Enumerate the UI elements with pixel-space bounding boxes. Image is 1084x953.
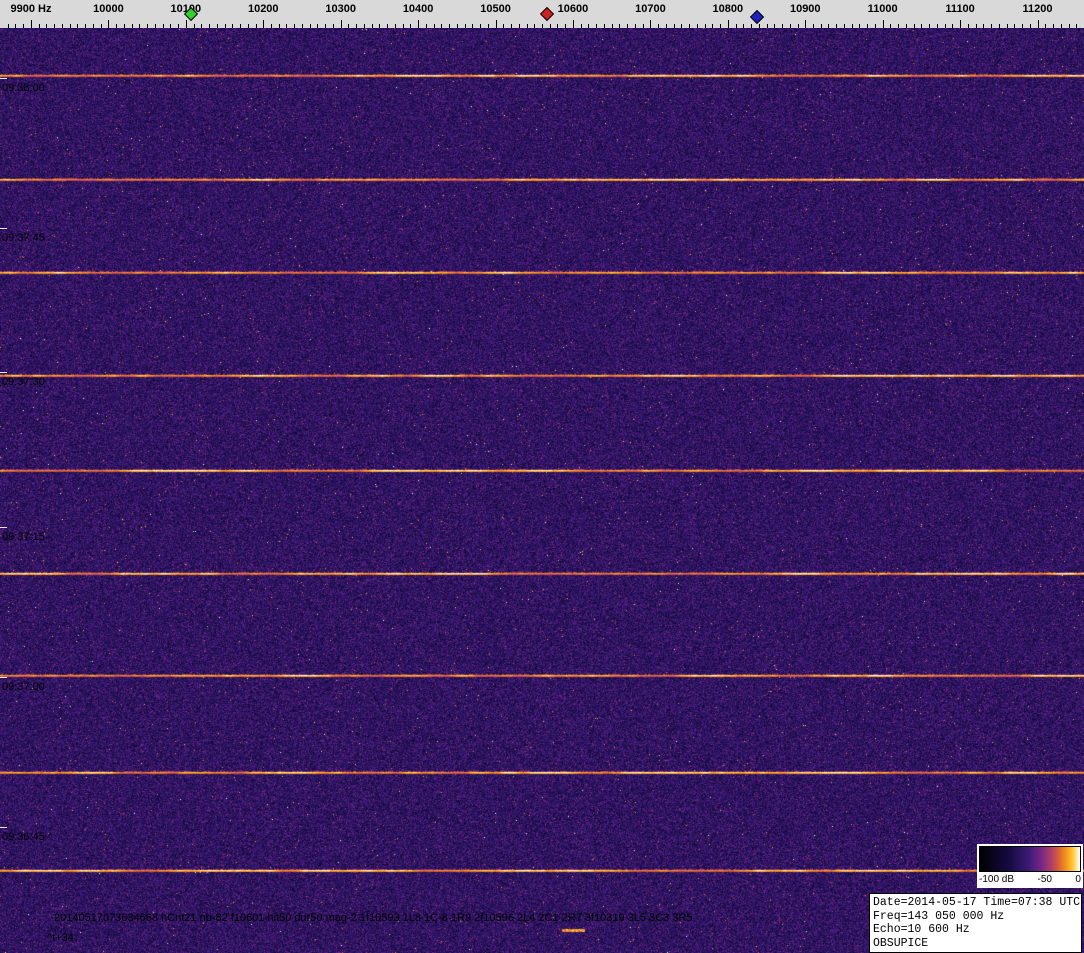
time-label: 09:37:30 <box>2 376 45 388</box>
freq-major-tick <box>186 20 187 28</box>
freq-tick-label: 10000 <box>93 3 124 15</box>
colorbar-label: -100 dB <box>979 874 1015 885</box>
time-tick <box>0 827 7 828</box>
colorbar-label: -50 <box>1037 874 1052 885</box>
time-tick <box>0 677 7 678</box>
freq-major-tick <box>496 20 497 28</box>
spectrogram-window: 9900 Hz 10000 10100 10200 10300 10400 10500 106… <box>0 0 1084 953</box>
info-line: Freq=143 050 000 Hz <box>873 909 1005 923</box>
freq-major-tick <box>31 20 32 28</box>
freq-tick-label: 10600 <box>557 3 589 15</box>
time-tick <box>0 228 7 229</box>
freq-major-tick <box>1038 20 1039 28</box>
colorbar-label: 0 <box>1075 874 1081 885</box>
time-label: 09:37:15 <box>2 531 45 543</box>
time-tick <box>0 372 7 373</box>
marker-diamond-red[interactable] <box>539 6 554 22</box>
time-label: 09:36:45 <box>2 831 45 843</box>
time-label: 09:37:45 <box>2 232 45 244</box>
station-info-box: Date=2014-05-17 Time=07:38 UTC Freq=143 0… <box>869 893 1082 953</box>
freq-major-tick <box>728 20 729 28</box>
time-tick <box>0 78 7 79</box>
freq-tick-label: 10500 <box>480 3 511 15</box>
detection-info-text: 20140517073634668 hCnt21 nb-82 f10601 hi… <box>54 912 693 924</box>
freq-tick-label: 11200 <box>1022 3 1053 15</box>
freq-tick-label: 9900 Hz <box>10 3 52 15</box>
freq-major-tick <box>263 20 264 28</box>
time-tick <box>0 527 7 528</box>
freq-major-tick <box>960 20 961 28</box>
waterfall-area: 09:38:00 09:37:45 09:37:30 09:37:15 09:37:00… <box>0 28 1084 953</box>
colorbar-gradient <box>979 846 1081 872</box>
marker-diamond-blue[interactable] <box>750 9 765 25</box>
freq-major-tick <box>805 20 806 28</box>
freq-major-tick <box>108 20 109 28</box>
freq-major-tick <box>650 20 651 28</box>
freq-major-tick <box>573 20 574 28</box>
spectrogram-canvas[interactable] <box>0 28 1084 953</box>
freq-tick-label: 10300 <box>325 3 356 15</box>
cursor-readout-text: ^t+34 <box>47 932 74 944</box>
info-line: OBSUPICE <box>873 936 929 950</box>
freq-major-tick <box>883 20 884 28</box>
freq-major-tick <box>418 20 419 28</box>
freq-tick-label: 10800 <box>712 3 744 15</box>
colorbar-labels: -100 dB -50 0 <box>979 874 1081 885</box>
info-line: Echo=10 600 Hz <box>873 923 970 936</box>
freq-tick-label: 11100 <box>945 3 975 15</box>
freq-tick-label: 10900 <box>789 3 821 15</box>
time-label: 09:37:00 <box>2 681 45 693</box>
frequency-axis[interactable]: 9900 Hz 10000 10100 10200 10300 10400 10500 106… <box>0 0 1084 28</box>
freq-tick-label: 10400 <box>402 3 434 15</box>
freq-tick-label: 11000 <box>867 3 898 15</box>
freq-tick-label: 10700 <box>635 3 666 15</box>
info-line: Date=2014-05-17 Time=07:38 UTC <box>873 896 1081 909</box>
intensity-colorbar: -100 dB -50 0 <box>977 844 1083 888</box>
freq-tick-label: 10200 <box>247 3 279 15</box>
freq-major-tick <box>341 20 342 28</box>
time-label: 09:38:00 <box>2 82 45 94</box>
